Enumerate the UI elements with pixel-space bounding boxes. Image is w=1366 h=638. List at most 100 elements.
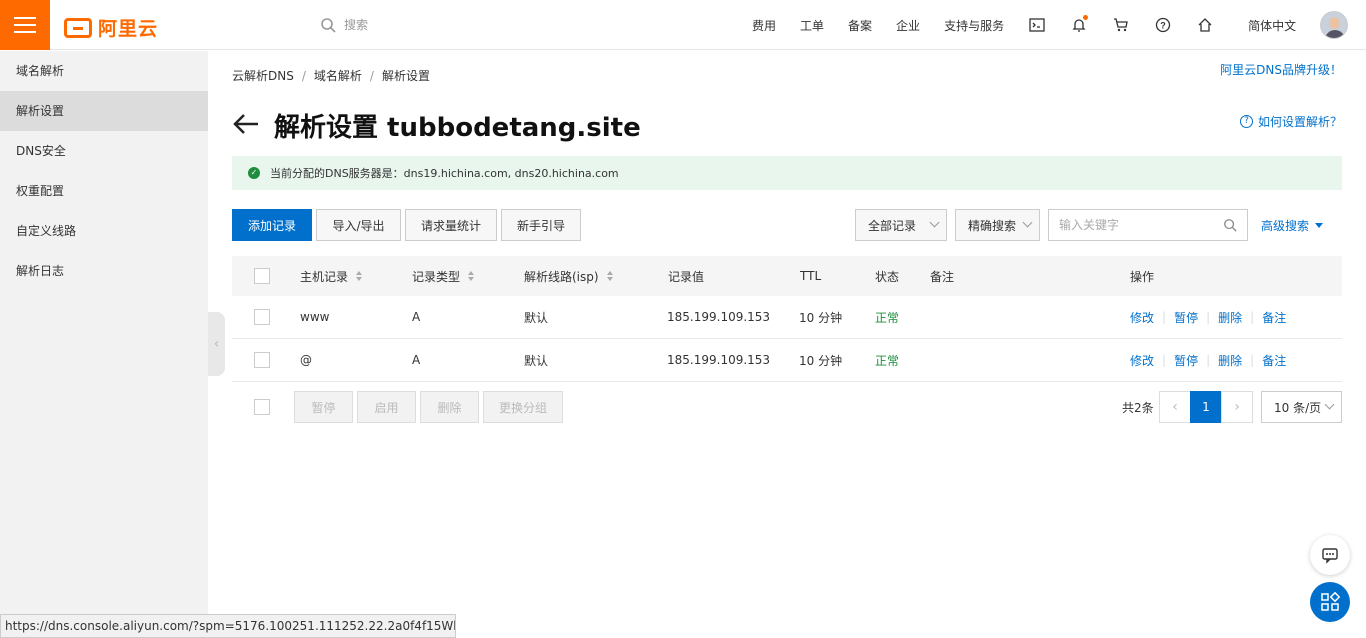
line-cell: 默认 xyxy=(524,353,549,368)
sidebar-item-weight-config[interactable]: 权重配置 xyxy=(0,171,208,211)
check-circle-icon: ✓ xyxy=(248,167,260,179)
home-icon[interactable] xyxy=(1184,17,1226,33)
aliyun-logo[interactable]: 阿里云 xyxy=(64,14,158,41)
page-title: 解析设置 tubbodetang.site xyxy=(274,113,641,143)
cart-icon[interactable] xyxy=(1100,17,1142,33)
note-link[interactable]: 备注 xyxy=(1262,309,1286,326)
search-placeholder: 搜索 xyxy=(344,18,369,32)
advanced-search-link[interactable]: 高级搜索 xyxy=(1261,217,1324,234)
import-export-button[interactable]: 导入/导出 xyxy=(316,209,401,241)
pause-link[interactable]: 暂停 xyxy=(1174,352,1198,369)
chevron-left-icon: ‹ xyxy=(213,336,220,352)
bulk-delete-button[interactable]: 删除 xyxy=(420,391,479,423)
row-checkbox[interactable] xyxy=(254,309,270,325)
delete-link[interactable]: 删除 xyxy=(1218,309,1242,326)
terminal-icon[interactable] xyxy=(1016,17,1058,33)
back-arrow-icon[interactable] xyxy=(232,113,260,138)
search-icon[interactable] xyxy=(1223,218,1237,232)
chevron-down-icon xyxy=(929,217,940,228)
sidebar-collapse-handle[interactable]: ‹ xyxy=(208,312,225,376)
line-cell: 默认 xyxy=(524,310,549,325)
nav-tickets[interactable]: 工单 xyxy=(788,17,836,34)
promo-link[interactable]: 阿里云DNS品牌升级！ xyxy=(1220,61,1342,78)
sidebar-item-custom-lines[interactable]: 自定义线路 xyxy=(0,211,208,251)
nav-billing[interactable]: 费用 xyxy=(740,17,788,34)
table-row: @ A 默认 185.199.109.153 10 分钟 正常 修改 | 暂停 | 删除… xyxy=(232,339,1342,382)
pause-link[interactable]: 暂停 xyxy=(1174,309,1198,326)
how-to-configure-label: 如何设置解析？ xyxy=(1257,115,1342,129)
delete-link[interactable]: 删除 xyxy=(1218,352,1242,369)
column-label: 主机记录 xyxy=(300,269,349,284)
breadcrumb-item[interactable]: 域名解析 xyxy=(314,69,362,83)
request-stats-button[interactable]: 请求量统计 xyxy=(405,209,497,241)
nav-icp[interactable]: 备案 xyxy=(836,17,884,34)
bulk-enable-button[interactable]: 启用 xyxy=(357,391,416,423)
page-size-select[interactable]: 10 条/页 xyxy=(1261,391,1342,423)
breadcrumb-item: 解析设置 xyxy=(381,69,430,83)
page-number[interactable]: 1 xyxy=(1190,391,1222,423)
add-record-button[interactable]: 添加记录 xyxy=(232,209,312,241)
apps-icon xyxy=(1321,592,1340,611)
column-value: 记录值 xyxy=(668,269,705,284)
value-cell: 185.199.109.153 xyxy=(667,353,771,367)
chevron-down-icon xyxy=(1324,399,1335,410)
column-line[interactable]: 解析线路(isp) xyxy=(524,256,613,296)
table-footer: 暂停 启用 删除 更换分组 共2条 ‹ 1 › 10 条/页 xyxy=(232,391,1342,423)
search-mode-select[interactable]: 精确搜索 xyxy=(955,209,1040,241)
chevron-left-icon: ‹ xyxy=(1172,399,1178,415)
type-cell: A xyxy=(412,310,421,324)
sidebar-item-resolution-logs[interactable]: 解析日志 xyxy=(0,251,208,291)
sort-icon xyxy=(606,271,613,281)
avatar[interactable] xyxy=(1320,11,1349,39)
record-filter-value: 全部记录 xyxy=(868,218,917,233)
edit-link[interactable]: 修改 xyxy=(1130,352,1154,369)
status-cell: 正常 xyxy=(875,310,900,325)
keyword-input[interactable] xyxy=(1049,210,1209,240)
sidebar-item-domain-resolution[interactable]: 域名解析 xyxy=(0,51,208,91)
language-switch[interactable]: 简体中文 xyxy=(1226,17,1310,34)
chat-button[interactable] xyxy=(1310,535,1350,575)
nav-enterprise[interactable]: 企业 xyxy=(884,17,932,34)
record-filter-select[interactable]: 全部记录 xyxy=(855,209,947,241)
guide-button[interactable]: 新手引导 xyxy=(501,209,581,241)
how-to-configure-link[interactable]: ? 如何设置解析？ xyxy=(1239,113,1342,130)
column-note: 备注 xyxy=(930,269,955,284)
edit-link[interactable]: 修改 xyxy=(1130,309,1154,326)
apps-button[interactable] xyxy=(1310,582,1350,622)
sort-icon xyxy=(356,271,363,281)
note-link[interactable]: 备注 xyxy=(1262,352,1286,369)
search-icon xyxy=(321,17,336,33)
logo-icon xyxy=(64,17,92,38)
advanced-search-label: 高级搜索 xyxy=(1261,219,1310,233)
breadcrumb-item[interactable]: 云解析DNS xyxy=(232,69,294,83)
prev-page-button[interactable]: ‹ xyxy=(1159,391,1191,423)
value-cell: 185.199.109.153 xyxy=(667,310,771,324)
column-actions: 操作 xyxy=(1130,269,1155,284)
select-all-checkbox[interactable] xyxy=(254,268,270,284)
column-ttl: TTL xyxy=(800,269,822,283)
nav-support[interactable]: 支持与服务 xyxy=(932,17,1016,34)
bell-icon[interactable] xyxy=(1058,15,1100,33)
page-size-value: 10 条/页 xyxy=(1274,400,1322,415)
sidebar-item-resolution-settings[interactable]: 解析设置 xyxy=(0,91,208,131)
search-mode-value: 精确搜索 xyxy=(968,218,1017,233)
help-icon[interactable]: ? xyxy=(1142,17,1184,33)
row-checkbox[interactable] xyxy=(254,352,270,368)
sidebar-item-dns-security[interactable]: DNS安全 xyxy=(0,131,208,171)
column-type[interactable]: 记录类型 xyxy=(412,256,475,296)
dns-server-alert: ✓ 当前分配的DNS服务器是：dns19.hichina.com, dns20.… xyxy=(232,156,1342,190)
bulk-change-group-button[interactable]: 更换分组 xyxy=(483,391,563,423)
next-page-button[interactable]: › xyxy=(1221,391,1253,423)
footer-select-all-checkbox[interactable] xyxy=(254,399,270,415)
global-search[interactable]: 搜索 xyxy=(320,16,368,33)
chat-icon xyxy=(1322,548,1338,564)
bulk-pause-button[interactable]: 暂停 xyxy=(294,391,353,423)
column-host[interactable]: 主机记录 xyxy=(300,256,363,296)
menu-icon[interactable] xyxy=(0,0,50,50)
host-cell: www xyxy=(300,310,330,324)
actions-cell: 修改 | 暂停 | 删除 | 备注 xyxy=(1130,352,1287,369)
chevron-down-icon xyxy=(1022,217,1033,228)
table-row: www A 默认 185.199.109.153 10 分钟 正常 修改 | 暂停 |… xyxy=(232,296,1342,339)
host-cell: @ xyxy=(300,353,312,367)
breadcrumb: 云解析DNS / 域名解析 / 解析设置 xyxy=(232,69,430,83)
